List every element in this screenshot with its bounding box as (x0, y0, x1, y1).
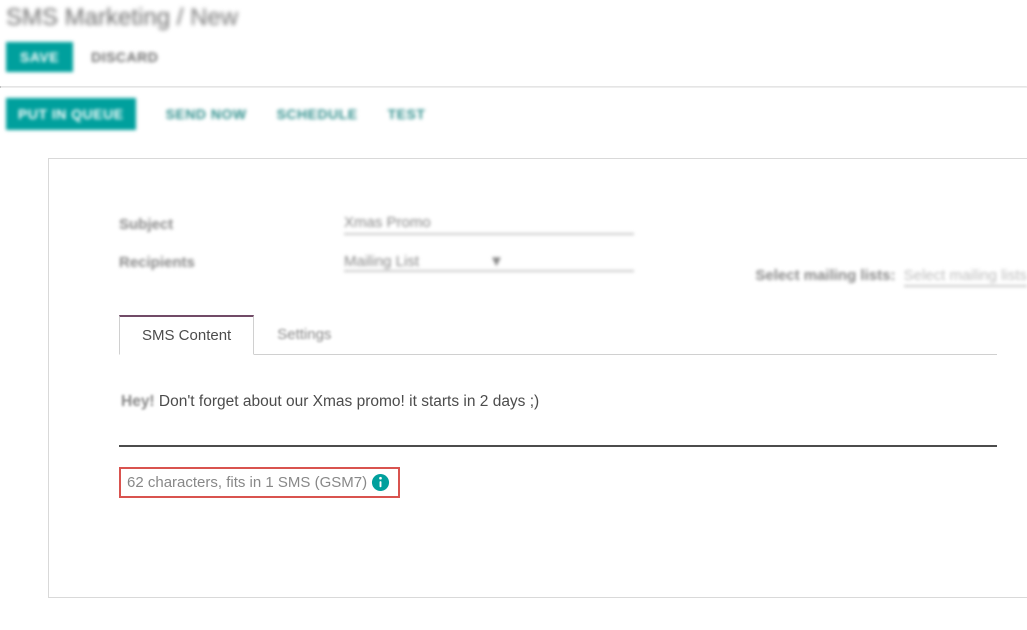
subject-input[interactable]: Xmas Promo (344, 214, 634, 235)
breadcrumb: SMS Marketing / New (0, 0, 1027, 32)
edit-actions-bar: SAVE DISCARD (0, 32, 1027, 86)
recipients-select[interactable]: Mailing List ▼ (344, 253, 634, 272)
put-in-queue-button[interactable]: PUT IN QUEUE (6, 98, 136, 130)
sms-counter-text: 62 characters, fits in 1 SMS (GSM7) (127, 474, 367, 491)
sms-body-input[interactable]: Hey! Don't forget about our Xmas promo! … (119, 380, 997, 447)
breadcrumb-current: New (190, 4, 238, 31)
sms-counter-callout: 62 characters, fits in 1 SMS (GSM7) (119, 467, 400, 498)
workflow-actions-bar: PUT IN QUEUE SEND NOW SCHEDULE TEST (0, 88, 1027, 140)
form-sheet: Subject Xmas Promo Recipients Mailing Li… (48, 158, 1027, 598)
schedule-button[interactable]: SCHEDULE (277, 106, 358, 122)
test-button[interactable]: TEST (388, 106, 426, 122)
save-button[interactable]: SAVE (6, 42, 73, 72)
chevron-down-icon: ▼ (485, 253, 634, 270)
sms-body-text: Don't forget about our Xmas promo! it st… (155, 393, 540, 410)
mailing-list-input[interactable]: Select mailing lists (904, 267, 1027, 287)
send-now-button[interactable]: SEND NOW (166, 106, 247, 122)
subject-label: Subject (119, 216, 344, 233)
tab-settings[interactable]: Settings (254, 315, 354, 355)
breadcrumb-separator: / (177, 4, 184, 31)
sms-body-prefix: Hey! (121, 393, 155, 410)
breadcrumb-root[interactable]: SMS Marketing (6, 4, 170, 31)
tab-sms-content[interactable]: SMS Content (119, 315, 254, 355)
discard-button[interactable]: DISCARD (91, 49, 158, 65)
recipients-value: Mailing List (344, 253, 485, 270)
mailing-list-row: Select mailing lists: Select mailing lis… (755, 267, 1027, 284)
info-icon[interactable] (371, 473, 390, 492)
tabs: SMS Content Settings (119, 314, 997, 355)
mailing-list-label: Select mailing lists: (755, 267, 895, 284)
recipients-label: Recipients (119, 254, 344, 271)
